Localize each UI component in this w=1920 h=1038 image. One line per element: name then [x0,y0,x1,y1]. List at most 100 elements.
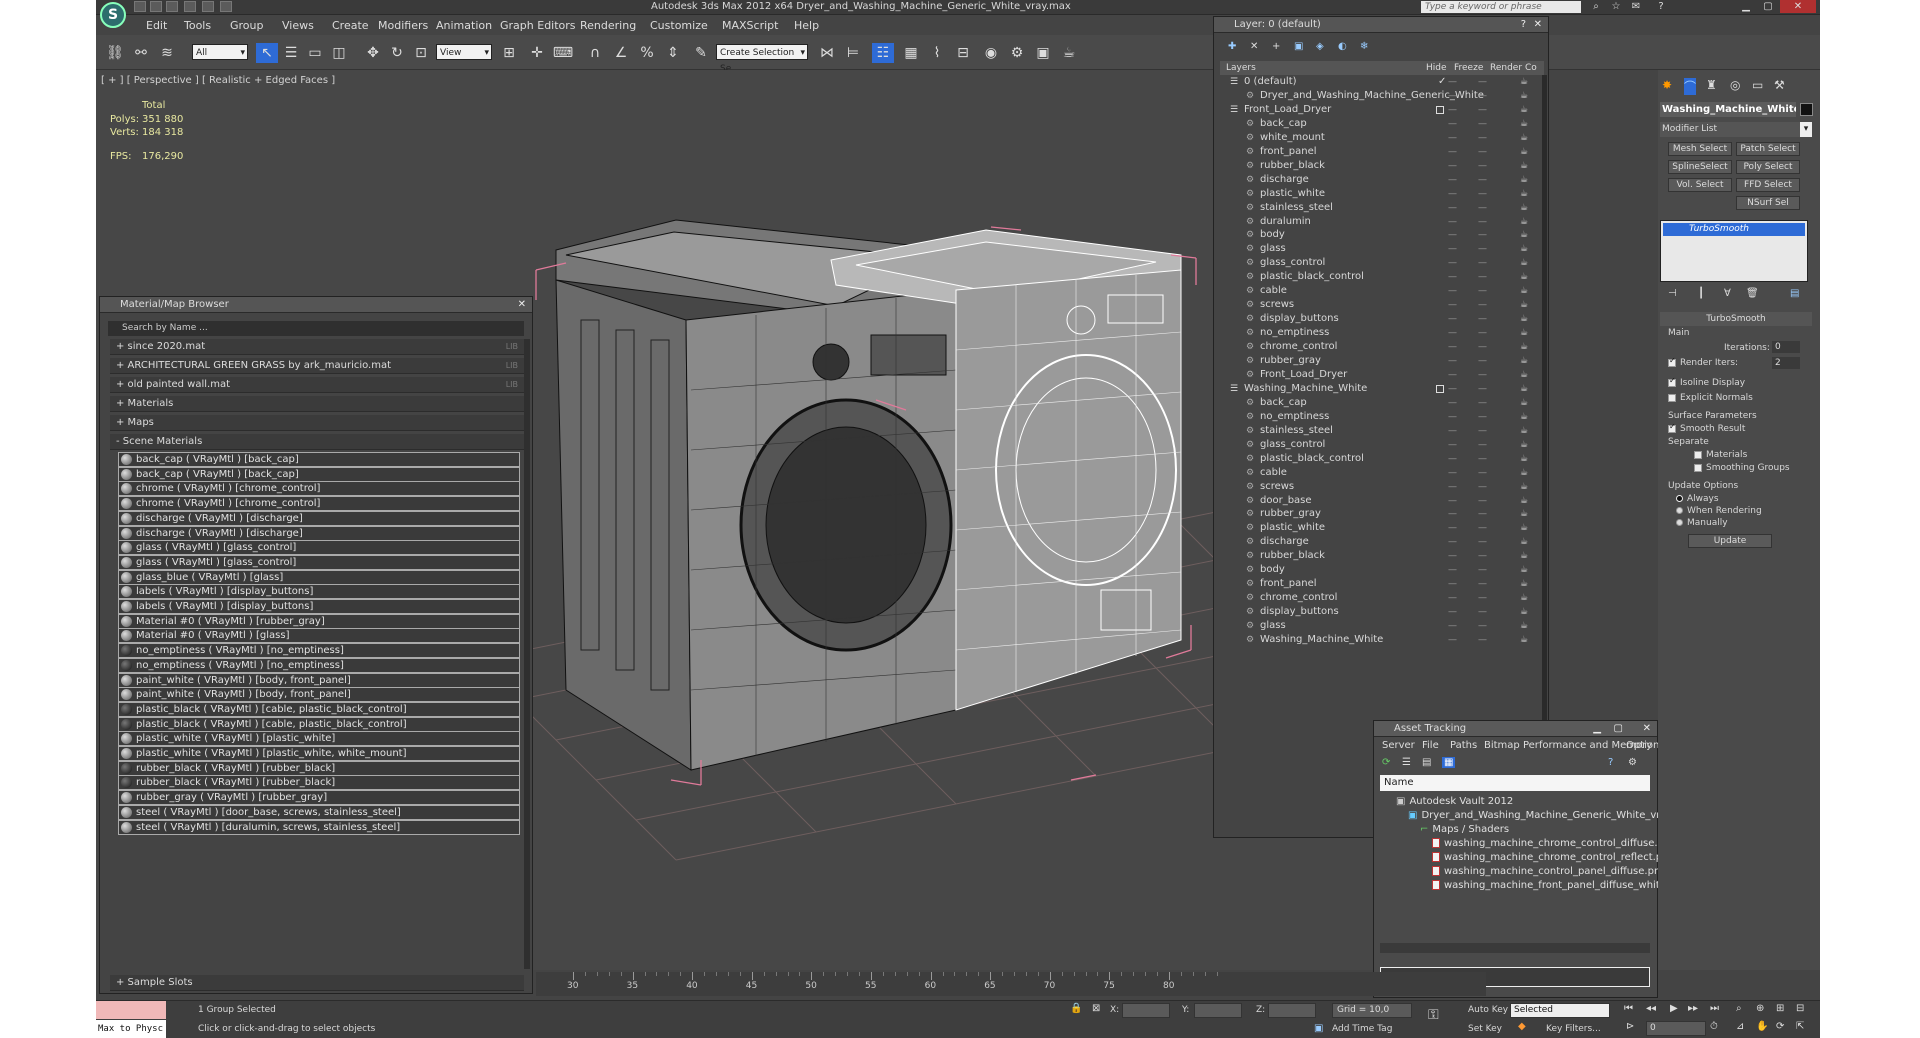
render-teapot-icon[interactable]: ☕ [1520,452,1528,466]
hide-toggle[interactable]: — [1448,382,1457,396]
scene-material-row[interactable]: chrome ( VRayMtl ) [chrome_control] [118,481,520,497]
layer-row[interactable]: ⚙ display_buttons — — ☕ [1224,312,1556,326]
render-teapot-icon[interactable]: ☕ [1520,270,1528,284]
scene-material-row[interactable]: labels ( VRayMtl ) [display_buttons] [118,599,520,614]
sample-slots-group[interactable]: + Sample Slots [110,975,524,991]
help-icon[interactable]: ? [1651,0,1671,13]
layer-row[interactable]: ☰ Front_Load_Dryer — — ☕ [1224,103,1556,117]
freeze-toggle[interactable]: — [1478,326,1487,340]
materials-check[interactable] [1694,450,1702,459]
scene-material-row[interactable]: rubber_black ( VRayMtl ) [rubber_black] [118,775,520,791]
asset-hscrollbar[interactable] [1380,943,1650,953]
layer-row[interactable]: ⚙ screws — — ☕ [1224,480,1556,494]
hide-toggle[interactable]: — [1448,340,1457,354]
project-folder-icon[interactable] [220,1,232,12]
scene-material-row[interactable]: steel ( VRayMtl ) [door_base, screws, st… [118,804,520,820]
freeze-toggle[interactable]: — [1478,117,1487,131]
open-file-icon[interactable] [150,1,162,12]
scene-material-row[interactable]: paint_white ( VRayMtl ) [body, front_pan… [118,687,520,703]
layer-row[interactable]: ⚙ glass_control — — ☕ [1224,256,1556,270]
render-setup-icon[interactable]: ⚙ [1006,43,1028,63]
play-icon[interactable]: ▶ [1670,1003,1678,1014]
hide-toggle[interactable]: — [1448,326,1457,340]
layer-row[interactable]: ⚙ display_buttons — — ☕ [1224,605,1556,619]
material-group-row[interactable]: - Scene Materials [110,434,524,450]
hide-toggle[interactable]: — [1448,507,1457,521]
highlight-layers-icon[interactable]: ◈ [1316,41,1324,52]
col-color[interactable]: Co [1525,61,1537,75]
key-mode-dropdown[interactable]: Selected [1510,1003,1610,1018]
freeze-toggle[interactable]: — [1478,215,1487,229]
asset-name-column[interactable]: Name [1380,775,1650,791]
prev-frame-icon[interactable]: ◂◂ [1646,1003,1656,1014]
freeze-toggle[interactable]: — [1478,340,1487,354]
layer-row[interactable]: ⚙ cable — — ☕ [1224,284,1556,298]
freeze-toggle[interactable]: — [1478,494,1487,508]
set-key-button[interactable]: Set Key [1468,1024,1502,1034]
explicit-normals-checkbox[interactable]: Explicit Normals [1668,393,1753,403]
render-teapot-icon[interactable]: ☕ [1520,201,1528,215]
freeze-toggle[interactable]: — [1478,521,1487,535]
render-teapot-icon[interactable]: ☕ [1520,354,1528,368]
update-when-rendering-radio[interactable]: When Rendering [1676,506,1762,516]
render-teapot-icon[interactable]: ☕ [1520,89,1528,103]
when-rendering-radio[interactable] [1676,507,1683,514]
freeze-toggle[interactable]: — [1478,549,1487,563]
undo-icon[interactable] [184,1,196,12]
select-manipulate-icon[interactable]: ✛ [526,43,548,63]
layer-row[interactable]: ⚙ glass — — ☕ [1224,242,1556,256]
hide-toggle[interactable]: — [1448,228,1457,242]
asset-row[interactable]: ⌐ Maps / Shaders [1420,823,1509,837]
hide-toggle[interactable]: — [1448,410,1457,424]
nsurf-sel-button[interactable]: NSurf Sel [1736,196,1800,210]
render-teapot-icon[interactable]: ☕ [1520,605,1528,619]
layer-row[interactable]: ⚙ rubber_gray — — ☕ [1224,354,1556,368]
scene-material-row[interactable]: no_emptiness ( VRayMtl ) [no_emptiness] [118,643,520,659]
layer-row[interactable]: ⚙ glass — — ☕ [1224,619,1556,633]
save-file-icon[interactable] [166,1,178,12]
bind-space-warp-icon[interactable]: ≋ [156,43,178,63]
layer-row[interactable]: ⚙ screws — — ☕ [1224,298,1556,312]
hide-toggle[interactable]: — [1448,354,1457,368]
layer-row[interactable]: ⚙ plastic_black_control — — ☕ [1224,452,1556,466]
layer-help-icon[interactable]: ? [1521,17,1526,33]
patch-select-button[interactable]: Patch Select [1736,142,1800,156]
binoculars-icon[interactable]: ⌕ [1586,0,1606,13]
hide-toggle[interactable]: — [1448,173,1457,187]
freeze-toggle[interactable]: — [1478,228,1487,242]
maxscript-mini-listener[interactable]: Max to Physc [96,1020,166,1038]
layer-row[interactable]: ⚙ glass_control — — ☕ [1224,438,1556,452]
material-group-row[interactable]: + Maps [110,415,524,431]
scene-material-row[interactable]: rubber_black ( VRayMtl ) [rubber_black] [118,760,520,776]
render-teapot-icon[interactable]: ☕ [1520,242,1528,256]
freeze-toggle[interactable]: — [1478,201,1487,215]
freeze-toggle[interactable]: — [1478,103,1487,117]
render-teapot-icon[interactable]: ☕ [1520,284,1528,298]
menu-views[interactable]: Views [282,19,314,32]
render-teapot-icon[interactable]: ☕ [1520,159,1528,173]
close-icon[interactable]: ✕ [1780,0,1816,13]
active-layer-check-icon[interactable]: ✓ [1438,75,1446,89]
vol-select-button[interactable]: Vol. Select [1668,178,1732,192]
layer-row[interactable]: ⚙ front_panel — — ☕ [1224,145,1556,159]
render-teapot-icon[interactable]: ☕ [1520,535,1528,549]
freeze-toggle[interactable]: — [1478,396,1487,410]
asset-menu-paths[interactable]: Paths [1450,738,1477,753]
render-teapot-icon[interactable]: ☕ [1520,438,1528,452]
link-icon[interactable]: ⛓ [104,43,126,63]
hide-toggle[interactable]: — [1448,535,1457,549]
hide-toggle[interactable]: — [1448,494,1457,508]
asset-maximize-icon[interactable]: ▢ [1614,721,1623,737]
render-teapot-icon[interactable]: ☕ [1520,228,1528,242]
time-config-icon[interactable]: ⏱ [1710,1021,1718,1032]
window-crossing-icon[interactable]: ◫ [328,43,350,63]
layer-row[interactable]: ⚙ no_emptiness — — ☕ [1224,326,1556,340]
render-teapot-icon[interactable]: ☕ [1520,396,1528,410]
scene-material-row[interactable]: discharge ( VRayMtl ) [discharge] [118,510,520,526]
freeze-toggle[interactable]: — [1478,535,1487,549]
render-teapot-icon[interactable]: ☕ [1520,340,1528,354]
remove-modifier-icon[interactable]: 🗑 [1746,288,1759,299]
hide-toggle[interactable]: — [1448,591,1457,605]
new-layer-icon[interactable]: ✚ [1228,41,1236,52]
absolute-mode-icon[interactable]: ⊠ [1092,1003,1100,1014]
